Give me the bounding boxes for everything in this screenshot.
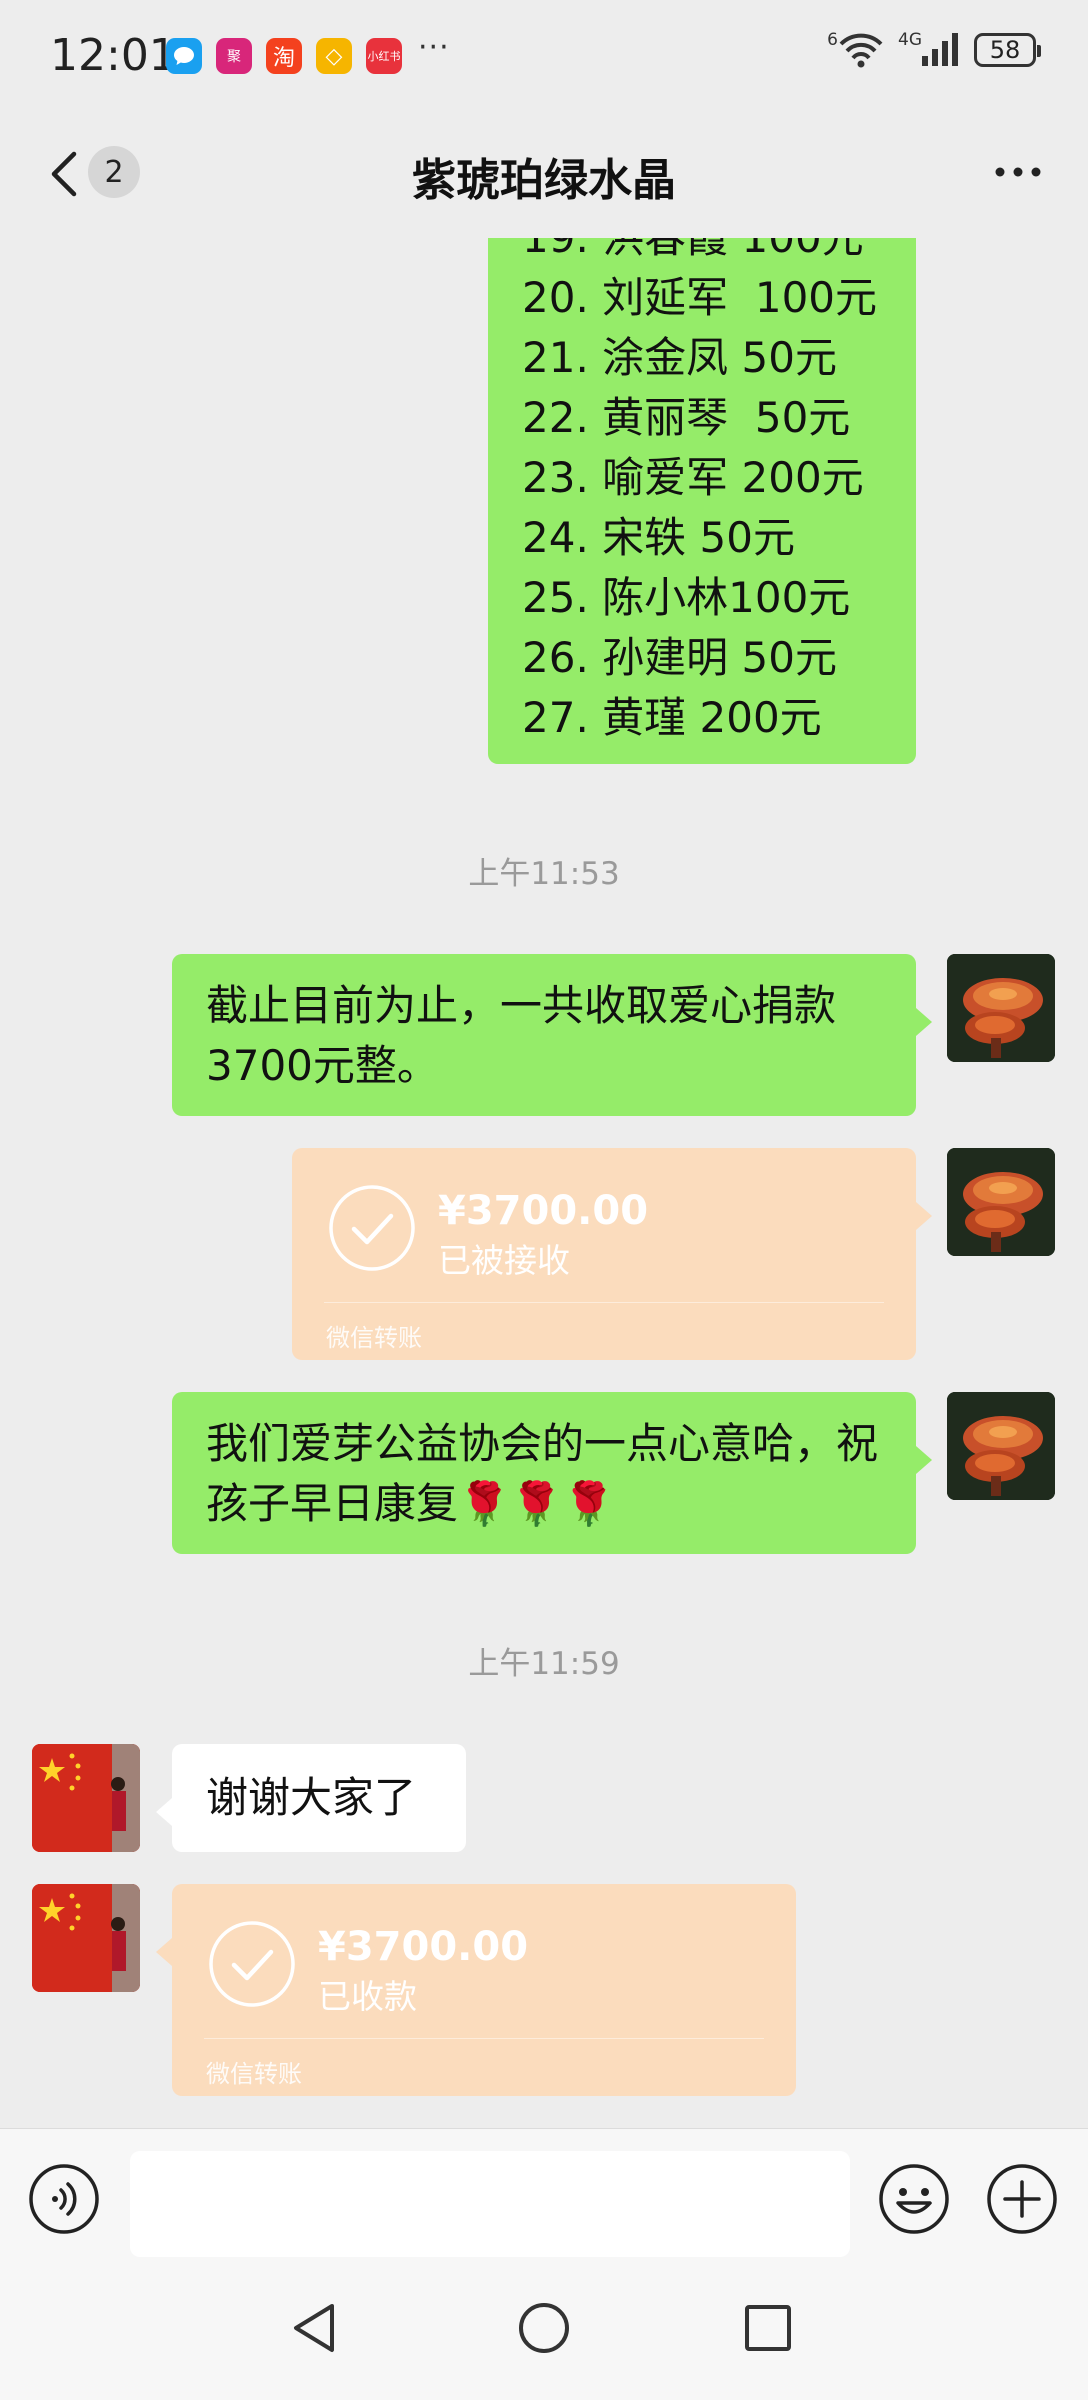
more-options-icon[interactable]: [988, 146, 1048, 198]
nav-back-icon[interactable]: [286, 2298, 346, 2358]
list-item: 27. 黄瑾 200元: [522, 693, 822, 742]
transfer-status: 已收款: [318, 1977, 417, 2016]
list-item: 26. 孙建明 50元: [522, 633, 837, 682]
bubble-tail: [156, 1938, 172, 1966]
message-list[interactable]: 19. 洪春霞 100元 20. 刘延军 100元 21. 涂金凤 50元 22…: [0, 238, 1088, 2128]
message-text: 我们爱芽公益协会的一点心意哈，祝孩子早日康复🌹🌹🌹: [206, 1419, 879, 1528]
transfer-amount: ¥3700.00: [318, 1924, 529, 1970]
taobao-icon: 淘: [266, 38, 302, 74]
bubble-tail: [916, 1202, 932, 1230]
flag-avatar-image: [32, 1884, 140, 1992]
avatar-other[interactable]: [32, 1744, 140, 1852]
bubble-tail: [156, 1798, 172, 1826]
notification-icons: 聚 淘 ◇ 小红书: [166, 38, 402, 74]
divider: [204, 2038, 764, 2039]
transfer-card-sent[interactable]: ¥3700.00 已被接收 微信转账: [292, 1148, 916, 1360]
emoji-icon[interactable]: [878, 2163, 950, 2235]
message-input[interactable]: [130, 2151, 850, 2257]
avatar-other[interactable]: [32, 1884, 140, 1992]
list-item: 23. 喻爱军 200元: [522, 453, 864, 502]
timestamp: 上午11:53: [468, 856, 620, 892]
check-circle-icon: [329, 1185, 415, 1271]
wifi-icon: [839, 33, 883, 68]
chat-app-icon: [166, 38, 202, 74]
list-item: 22. 黄丽琴 50元: [522, 393, 851, 442]
network-type-label: 4G: [898, 30, 922, 50]
shop-app-icon: 聚: [216, 38, 252, 74]
mushroom-avatar-image: [947, 1148, 1055, 1256]
status-bar: 12:01 聚 淘 ◇ 小红书 ··· 6 4G 58: [0, 0, 1088, 110]
nav-recents-icon[interactable]: [738, 2298, 798, 2358]
coupon-app-icon: ◇: [316, 38, 352, 74]
signal-icon: [922, 33, 958, 66]
list-item: 20. 刘延军 100元: [522, 273, 878, 322]
chat-header: 2 紫琥珀绿水晶: [0, 110, 1088, 238]
add-more-icon[interactable]: [986, 2163, 1058, 2235]
input-bar: [0, 2128, 1088, 2269]
transfer-source-label: 微信转账: [326, 1324, 422, 1352]
message-text: 截止目前为止，一共收取爱心捐款3700元整。: [206, 981, 837, 1090]
list-item: 21. 涂金凤 50元: [522, 333, 837, 382]
transfer-status: 已被接收: [438, 1241, 570, 1280]
list-item: 25. 陈小林100元: [522, 573, 851, 622]
more-notifications-icon: ···: [418, 30, 450, 65]
transfer-source-label: 微信转账: [206, 2060, 302, 2088]
message-bubble-wish[interactable]: 我们爱芽公益协会的一点心意哈，祝孩子早日康复🌹🌹🌹: [172, 1392, 916, 1554]
mushroom-avatar-image: [947, 954, 1055, 1062]
transfer-card-received[interactable]: ¥3700.00 已收款 微信转账: [172, 1884, 796, 2096]
status-time: 12:01: [50, 30, 177, 81]
list-item: 19. 洪春霞 100元: [522, 238, 882, 268]
timestamp: 上午11:59: [468, 1646, 620, 1682]
voice-input-icon[interactable]: [28, 2163, 100, 2235]
chat-title: 紫琥珀绿水晶: [412, 155, 676, 206]
avatar-self[interactable]: [947, 954, 1055, 1062]
flag-avatar-image: [32, 1744, 140, 1852]
mushroom-avatar-image: [947, 1392, 1055, 1500]
message-bubble-total[interactable]: 截止目前为止，一共收取爱心捐款3700元整。: [172, 954, 916, 1116]
message-bubble-thanks[interactable]: 谢谢大家了: [172, 1744, 466, 1852]
bubble-tail: [916, 1446, 932, 1474]
system-indicators: 6 4G 58: [827, 30, 1041, 68]
xiaohongshu-icon: 小红书: [366, 38, 402, 74]
avatar-self[interactable]: [947, 1148, 1055, 1256]
avatar-self[interactable]: [947, 1392, 1055, 1500]
message-text: 谢谢大家了: [206, 1773, 417, 1822]
check-circle-icon: [209, 1921, 295, 2007]
divider: [324, 1302, 884, 1303]
bubble-tail: [916, 1008, 932, 1036]
transfer-amount: ¥3700.00: [438, 1188, 649, 1234]
wifi-label: 6: [827, 30, 838, 50]
system-navigation-bar: [0, 2268, 1088, 2400]
donation-list-bubble[interactable]: 19. 洪春霞 100元 20. 刘延军 100元 21. 涂金凤 50元 22…: [488, 238, 916, 764]
nav-home-icon[interactable]: [514, 2298, 574, 2358]
list-item: 24. 宋轶 50元: [522, 513, 795, 562]
battery-icon: 58: [974, 33, 1041, 67]
